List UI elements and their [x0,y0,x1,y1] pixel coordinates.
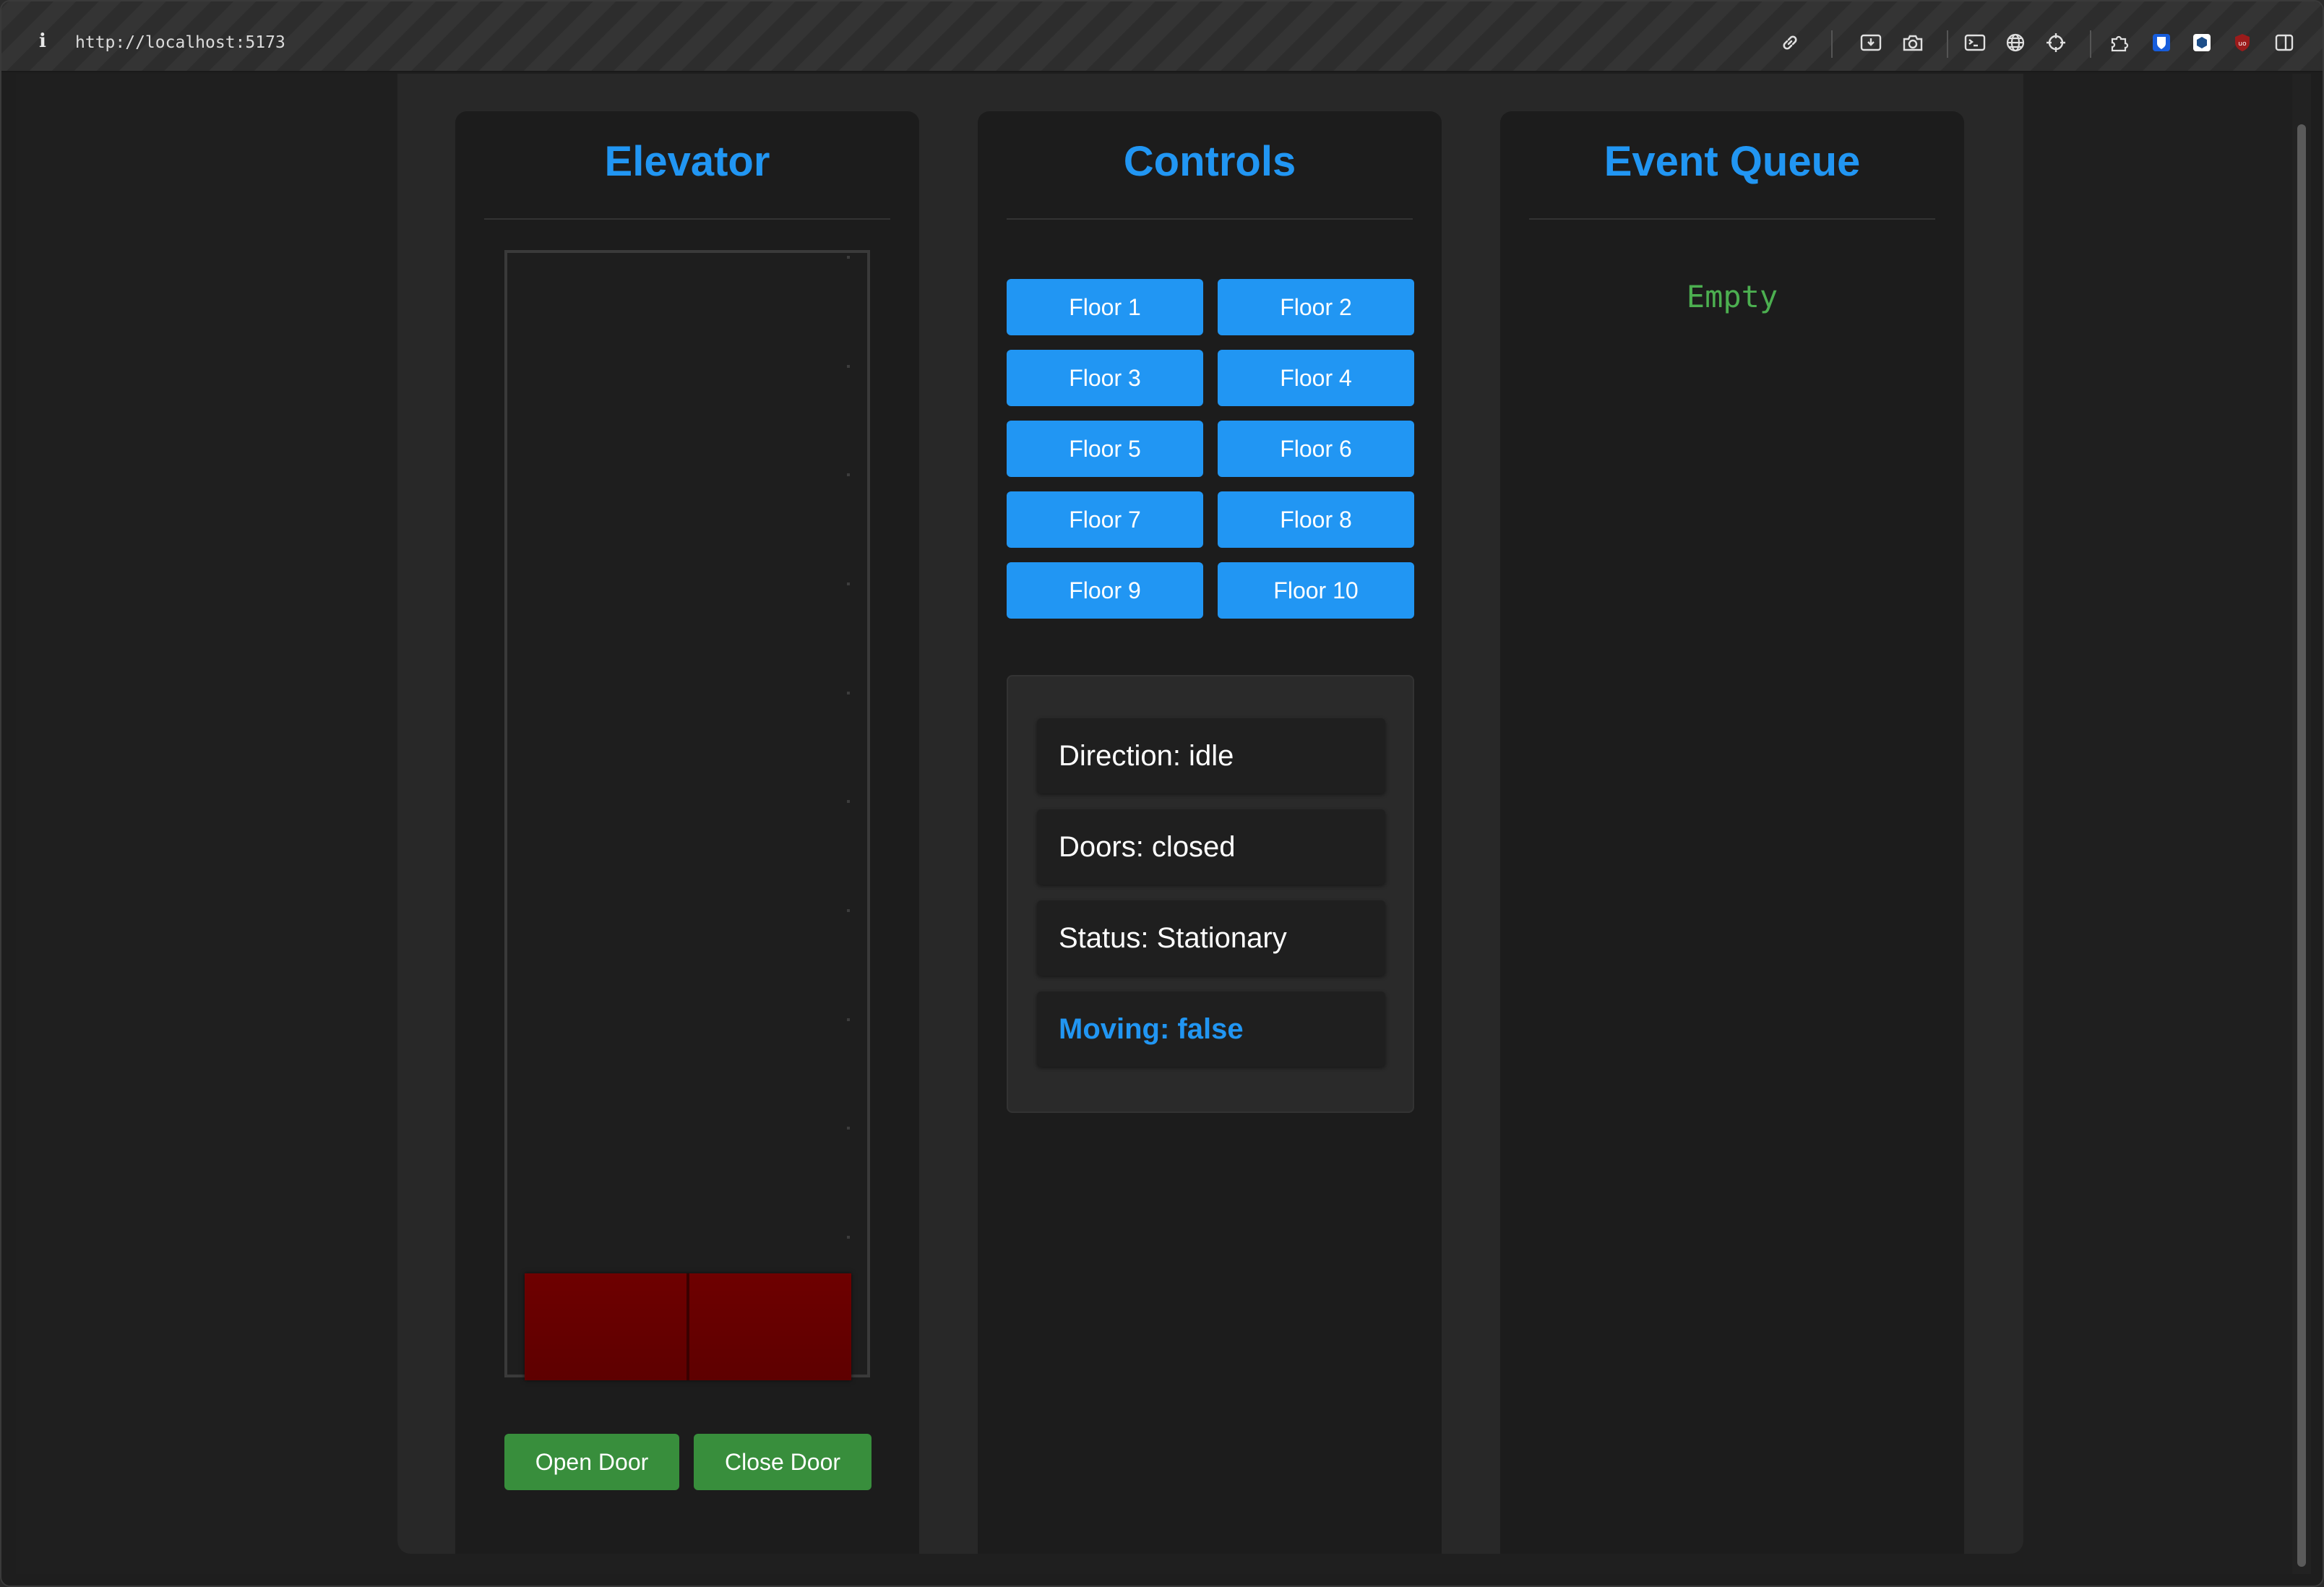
status-panel: Direction: idle Doors: closed Status: St… [1007,675,1414,1113]
floor-4-button[interactable]: Floor 4 [1218,350,1414,406]
crosshair-icon[interactable] [2044,30,2068,55]
floor-6-button[interactable]: Floor 6 [1218,421,1414,477]
sidebar-toggle-icon[interactable] [2272,30,2297,55]
floor-7-button[interactable]: Floor 7 [1007,491,1203,548]
cube-extension-icon[interactable] [2190,30,2214,55]
page-viewport: Elevator Open Door Close Door Controls F… [16,74,2292,1574]
link-icon[interactable] [1778,30,1802,55]
floor-2-button[interactable]: Floor 2 [1218,279,1414,335]
controls-title: Controls [1123,138,1296,185]
elevator-panel: Elevator Open Door Close Door [455,111,919,1554]
floor-marker [847,1236,850,1239]
floor-marker [847,1018,850,1021]
camera-icon[interactable] [1901,30,1925,55]
floor-marker [847,692,850,694]
svg-text:uo: uo [2238,40,2247,48]
floor-marker [847,582,850,585]
floor-marker [847,256,850,259]
floor-marker [847,473,850,476]
site-info-icon[interactable]: i [39,30,46,52]
save-screenshot-icon[interactable] [1859,30,1883,55]
page-scrollbar[interactable] [2292,74,2311,1574]
extensions-icon[interactable] [2107,30,2132,55]
moving-status: Moving: false [1037,992,1385,1067]
floor-marker [847,1127,850,1130]
terminal-icon[interactable] [1963,30,1987,55]
divider [1007,218,1413,220]
floor-1-button[interactable]: Floor 1 [1007,279,1203,335]
elevator-title: Elevator [604,138,770,185]
queue-empty-message: Empty [1686,279,1778,314]
elevator-status: Status: Stationary [1037,900,1385,976]
close-door-button[interactable]: Close Door [694,1434,872,1490]
elevator-shaft [504,250,870,1380]
toolbar-separator [2090,30,2091,58]
elevator-car [525,1273,851,1380]
floor-5-button[interactable]: Floor 5 [1007,421,1203,477]
address-bar[interactable]: http://localhost:5173 [75,33,285,52]
scrollbar-thumb[interactable] [2297,124,2306,1567]
open-door-button[interactable]: Open Door [504,1434,679,1490]
floor-9-button[interactable]: Floor 9 [1007,562,1203,619]
divider [1529,218,1935,220]
password-manager-icon[interactable] [2149,30,2174,55]
ublock-icon[interactable]: uo [2230,30,2255,55]
event-queue-panel: Event Queue Empty [1500,111,1964,1554]
globe-icon[interactable] [2003,30,2028,55]
browser-window: i http://localhost:5173 uo Elevator Open… [0,0,2324,1587]
floor-3-button[interactable]: Floor 3 [1007,350,1203,406]
toolbar-separator [1947,30,1948,58]
doors-status: Doors: closed [1037,809,1385,885]
divider [484,218,890,220]
car-door-right [689,1273,851,1380]
app-container: Elevator Open Door Close Door Controls F… [397,74,2023,1554]
browser-toolbar: i http://localhost:5173 uo [1,1,2323,72]
direction-status: Direction: idle [1037,718,1385,794]
floor-marker [847,909,850,912]
floor-10-button[interactable]: Floor 10 [1218,562,1414,619]
car-door-left [525,1273,687,1380]
controls-panel: Controls Floor 1 Floor 2 Floor 3 Floor 4… [978,111,1442,1554]
floor-button-grid: Floor 1 Floor 2 Floor 3 Floor 4 Floor 5 … [1007,279,1414,619]
floor-marker [847,365,850,368]
toolbar-separator [1831,30,1833,58]
event-queue-title: Event Queue [1604,138,1861,185]
floor-8-button[interactable]: Floor 8 [1218,491,1414,548]
floor-marker [847,800,850,803]
